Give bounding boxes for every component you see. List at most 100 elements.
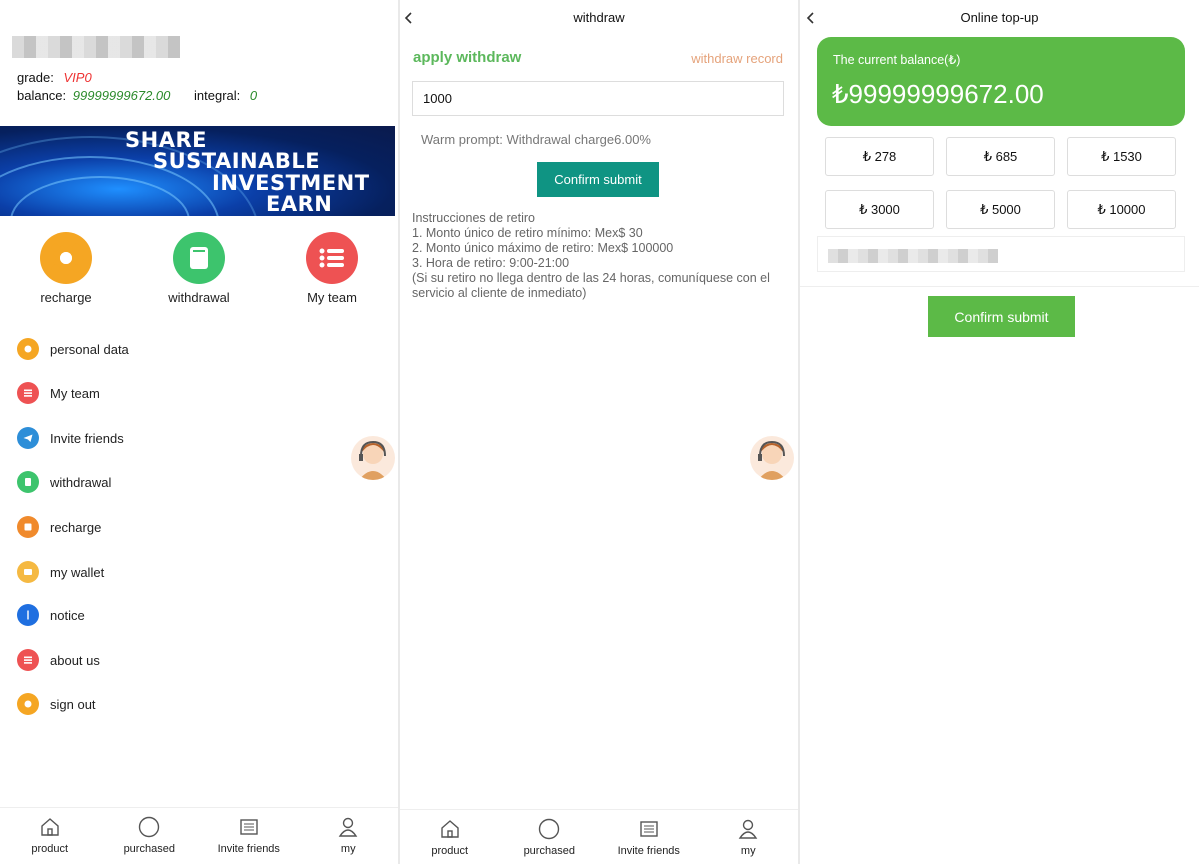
tab-product[interactable]: product	[400, 810, 500, 864]
tab-my-label: my	[340, 843, 356, 855]
balance-card: The current balance(₺) ₺99999999672.00	[817, 37, 1185, 126]
topup-panel: Online top-up The current balance(₺) ₺99…	[800, 0, 1199, 864]
amount-option[interactable]: ₺ 278	[825, 137, 934, 176]
amount-option[interactable]: ₺ 3000	[825, 190, 934, 229]
profile-panel: grade: VIP0 balance: 99999999672.00 inte…	[0, 0, 398, 864]
gear-icon	[17, 338, 39, 360]
menu-item-label: sign out	[50, 696, 96, 712]
wallet-icon	[17, 561, 39, 583]
book-icon	[173, 232, 225, 284]
confirm-submit-button[interactable]: Confirm submit	[928, 296, 1075, 337]
menu-item-recharge[interactable]: recharge	[17, 515, 101, 539]
instruction-line: Instrucciones de retiro	[412, 211, 535, 225]
menu-item-withdrawal[interactable]: withdrawal	[17, 470, 111, 494]
balance-card-title: The current balance(₺)	[833, 53, 961, 67]
list-icon	[306, 232, 358, 284]
instruction-line: 1. Monto único de retiro mínimo: Mex$ 30	[412, 226, 643, 240]
quick-recharge[interactable]: recharge	[16, 232, 116, 305]
menu-item-label: My team	[50, 385, 100, 401]
list-icon	[17, 649, 39, 671]
tab-purchased[interactable]: purchased	[500, 810, 600, 864]
tab-invite-friends-label: Invite friends	[217, 843, 280, 855]
withdraw-header: withdraw	[400, 0, 798, 36]
withdraw-amount-input[interactable]	[412, 81, 784, 116]
promo-banner[interactable]: SHARE SUSTAINABLE INVESTMENT EARN	[0, 126, 395, 216]
gear-icon	[17, 693, 39, 715]
quick-withdrawal[interactable]: withdrawal	[149, 232, 249, 305]
menu-item-label: Invite friends	[50, 430, 124, 446]
menu-item-label: about us	[50, 652, 100, 668]
grade-value: VIP0	[63, 70, 92, 85]
withdraw-instructions: Instrucciones de retiro 1. Monto único d…	[412, 211, 782, 301]
withdraw-record-link[interactable]: withdraw record	[691, 51, 783, 66]
ticket-icon	[599, 818, 699, 840]
menu-item-personal-data[interactable]: personal data	[17, 337, 129, 361]
balance-value: 99999999672.00	[72, 88, 171, 103]
menu-item-label: withdrawal	[50, 474, 112, 490]
bottom-tabbar: product purchased Invite friends my	[400, 809, 798, 864]
apply-withdraw-heading: apply withdraw	[413, 49, 522, 66]
book-icon	[17, 471, 39, 493]
amount-input-blurred[interactable]	[817, 236, 1185, 272]
menu-item-label: my wallet	[50, 564, 105, 580]
instruction-line: (Si su retiro no llega dentro de las 24 …	[412, 271, 770, 300]
tab-product[interactable]: product	[0, 808, 100, 864]
telegram-icon	[17, 427, 39, 449]
divider	[800, 286, 1199, 287]
menu-item-about-us[interactable]: about us	[17, 648, 100, 672]
tab-my-label: my	[740, 845, 756, 857]
tab-invite-friends[interactable]: Invite friends	[199, 808, 299, 864]
banner-line-2: SUSTAINABLE	[153, 149, 321, 173]
tab-my[interactable]: my	[699, 810, 799, 864]
page-title: withdraw	[573, 10, 625, 25]
user-icon	[699, 818, 799, 840]
tab-purchased-label: purchased	[523, 845, 575, 857]
menu-item-label: personal data	[50, 341, 129, 357]
quick-withdrawal-label: withdrawal	[168, 290, 230, 305]
page-title: Online top-up	[960, 10, 1039, 25]
instruction-line: 2. Monto único máximo de retiro: Mex$ 10…	[412, 241, 674, 255]
topup-header: Online top-up	[800, 0, 1199, 36]
integral-label: integral:	[194, 88, 241, 103]
instruction-line: 3. Hora de retiro: 9:00-21:00	[412, 256, 570, 270]
banner-line-4: EARN	[266, 192, 333, 216]
tab-my[interactable]: my	[299, 808, 399, 864]
amount-option[interactable]: ₺ 1530	[1067, 137, 1176, 176]
tab-product-label: product	[31, 843, 69, 855]
balance-label: balance:	[17, 88, 67, 103]
back-icon[interactable]	[400, 9, 416, 27]
confirm-submit-button[interactable]: Confirm submit	[537, 162, 659, 197]
back-icon[interactable]	[802, 9, 818, 27]
tab-purchased-label: purchased	[123, 843, 175, 855]
square-icon	[17, 516, 39, 538]
menu-item-label: recharge	[50, 519, 102, 535]
menu-item-sign-out[interactable]: sign out	[17, 692, 96, 716]
bottom-tabbar: product purchased Invite friends my	[0, 807, 398, 864]
menu-item-notice[interactable]: notice	[17, 603, 85, 627]
menu-item-invite-friends[interactable]: Invite friends	[17, 426, 124, 450]
menu-item-label: notice	[50, 607, 85, 623]
bell-icon	[17, 604, 39, 626]
quick-recharge-label: recharge	[40, 290, 92, 305]
tab-product-label: product	[431, 845, 469, 857]
ticket-icon	[199, 816, 299, 838]
integral-value: 0	[249, 88, 258, 103]
balance-row: balance: 99999999672.00 integral: 0	[17, 88, 257, 103]
menu-item-my-team[interactable]: My team	[17, 381, 100, 405]
grade-row: grade: VIP0	[17, 70, 92, 85]
grade-label: grade:	[17, 70, 54, 85]
username-blurred	[12, 36, 180, 58]
customer-service-avatar[interactable]	[351, 436, 395, 480]
quick-my-team[interactable]: My team	[282, 232, 382, 305]
warm-prompt: Warm prompt: Withdrawal charge6.00%	[421, 132, 651, 147]
menu-item-my-wallet[interactable]: my wallet	[17, 560, 104, 584]
circle-icon	[100, 816, 200, 838]
amount-option[interactable]: ₺ 685	[946, 137, 1055, 176]
tab-purchased[interactable]: purchased	[100, 808, 200, 864]
circle-icon	[500, 818, 600, 840]
amount-option[interactable]: ₺ 10000	[1067, 190, 1176, 229]
tab-invite-friends[interactable]: Invite friends	[599, 810, 699, 864]
tab-invite-friends-label: Invite friends	[617, 845, 680, 857]
amount-option[interactable]: ₺ 5000	[946, 190, 1055, 229]
customer-service-avatar[interactable]	[750, 436, 794, 480]
